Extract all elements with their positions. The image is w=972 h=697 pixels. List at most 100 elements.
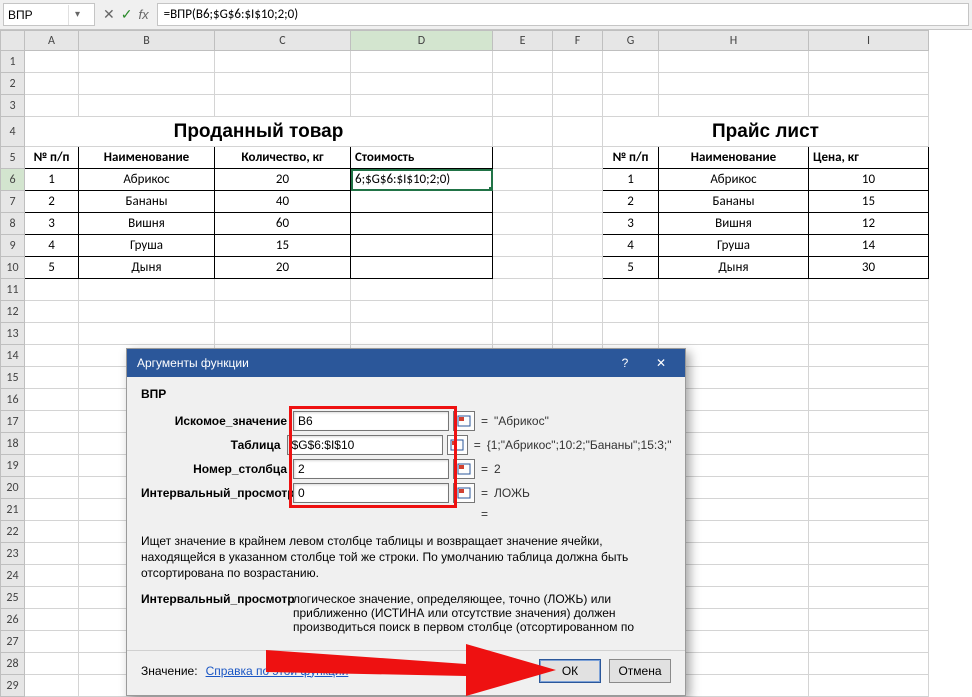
cell[interactable]: [809, 51, 929, 73]
cell[interactable]: [553, 51, 603, 73]
cell[interactable]: [493, 235, 553, 257]
cell[interactable]: [809, 411, 929, 433]
cell[interactable]: [493, 257, 553, 279]
cell[interactable]: Груша: [79, 235, 215, 257]
cell[interactable]: [215, 323, 351, 345]
cell[interactable]: [809, 631, 929, 653]
cell[interactable]: [809, 543, 929, 565]
cell[interactable]: [603, 323, 659, 345]
cell[interactable]: [79, 279, 215, 301]
row-header[interactable]: 20: [1, 477, 25, 499]
col-header-B[interactable]: B: [79, 31, 215, 51]
row-header[interactable]: 24: [1, 565, 25, 587]
select-all-corner[interactable]: [1, 31, 25, 51]
row-header[interactable]: 2: [1, 73, 25, 95]
cell[interactable]: [25, 345, 79, 367]
arg-input[interactable]: [293, 411, 449, 431]
cell[interactable]: [809, 323, 929, 345]
cell[interactable]: 20: [215, 169, 351, 191]
dialog-titlebar[interactable]: Аргументы функции ? ✕: [127, 349, 685, 377]
cell[interactable]: [553, 147, 603, 169]
cell[interactable]: [351, 235, 493, 257]
cell[interactable]: [553, 95, 603, 117]
cell[interactable]: [215, 95, 351, 117]
cell[interactable]: [603, 301, 659, 323]
cell[interactable]: [493, 73, 553, 95]
name-box-input[interactable]: [4, 6, 68, 24]
cell[interactable]: 2: [603, 191, 659, 213]
cell[interactable]: 40: [215, 191, 351, 213]
row-header[interactable]: 10: [1, 257, 25, 279]
row-header[interactable]: 16: [1, 389, 25, 411]
row-header[interactable]: 7: [1, 191, 25, 213]
cell[interactable]: 2: [25, 191, 79, 213]
cell[interactable]: [659, 95, 809, 117]
col-header-A[interactable]: A: [25, 31, 79, 51]
col-header-G[interactable]: G: [603, 31, 659, 51]
cell[interactable]: [25, 411, 79, 433]
cell[interactable]: [809, 653, 929, 675]
row-header[interactable]: 22: [1, 521, 25, 543]
collapse-dialog-icon[interactable]: [447, 435, 468, 455]
cell[interactable]: [553, 235, 603, 257]
row-header[interactable]: 18: [1, 433, 25, 455]
cell[interactable]: [809, 433, 929, 455]
cell[interactable]: Дыня: [659, 257, 809, 279]
arg-input[interactable]: [287, 435, 443, 455]
cell[interactable]: [659, 73, 809, 95]
cell[interactable]: Вишня: [659, 213, 809, 235]
row-header[interactable]: 1: [1, 51, 25, 73]
help-link[interactable]: Справка по этой функции: [206, 664, 349, 678]
cell[interactable]: [493, 191, 553, 213]
cell[interactable]: 5: [603, 257, 659, 279]
cell[interactable]: [603, 279, 659, 301]
cell[interactable]: [809, 609, 929, 631]
col-header-I[interactable]: I: [809, 31, 929, 51]
cell[interactable]: [659, 51, 809, 73]
name-box-dropdown-icon[interactable]: ▾: [68, 5, 86, 25]
cell[interactable]: [603, 73, 659, 95]
row-header[interactable]: 17: [1, 411, 25, 433]
collapse-dialog-icon[interactable]: [453, 459, 475, 479]
cell[interactable]: [809, 565, 929, 587]
cell[interactable]: [25, 675, 79, 697]
cell[interactable]: [553, 279, 603, 301]
left-header-qty[interactable]: Количество, кг: [215, 147, 351, 169]
right-header-num[interactable]: № п/п: [603, 147, 659, 169]
col-header-E[interactable]: E: [493, 31, 553, 51]
cell[interactable]: [351, 323, 493, 345]
cell[interactable]: 12: [809, 213, 929, 235]
cell[interactable]: 30: [809, 257, 929, 279]
row-header[interactable]: 12: [1, 301, 25, 323]
cell[interactable]: [809, 389, 929, 411]
cell[interactable]: [351, 95, 493, 117]
cell[interactable]: [25, 609, 79, 631]
cell[interactable]: [25, 499, 79, 521]
col-header-F[interactable]: F: [553, 31, 603, 51]
row-header[interactable]: 26: [1, 609, 25, 631]
cell[interactable]: Груша: [659, 235, 809, 257]
row-header[interactable]: 29: [1, 675, 25, 697]
cell[interactable]: 1: [603, 169, 659, 191]
arg-input[interactable]: [293, 483, 449, 503]
cell[interactable]: [79, 323, 215, 345]
cell[interactable]: [553, 117, 603, 147]
cell[interactable]: [493, 323, 553, 345]
cell[interactable]: [215, 51, 351, 73]
cell[interactable]: [809, 279, 929, 301]
cell[interactable]: [659, 279, 809, 301]
cell[interactable]: [351, 73, 493, 95]
collapse-dialog-icon[interactable]: [453, 483, 475, 503]
cell[interactable]: [25, 279, 79, 301]
row-header[interactable]: 13: [1, 323, 25, 345]
row-header[interactable]: 3: [1, 95, 25, 117]
row-header[interactable]: 28: [1, 653, 25, 675]
cell[interactable]: [809, 367, 929, 389]
cell[interactable]: [351, 191, 493, 213]
cell[interactable]: [603, 95, 659, 117]
cell[interactable]: [25, 367, 79, 389]
ok-button[interactable]: ОК: [539, 659, 601, 683]
name-box[interactable]: ▾: [3, 3, 95, 26]
cell[interactable]: [553, 323, 603, 345]
cell[interactable]: [25, 477, 79, 499]
